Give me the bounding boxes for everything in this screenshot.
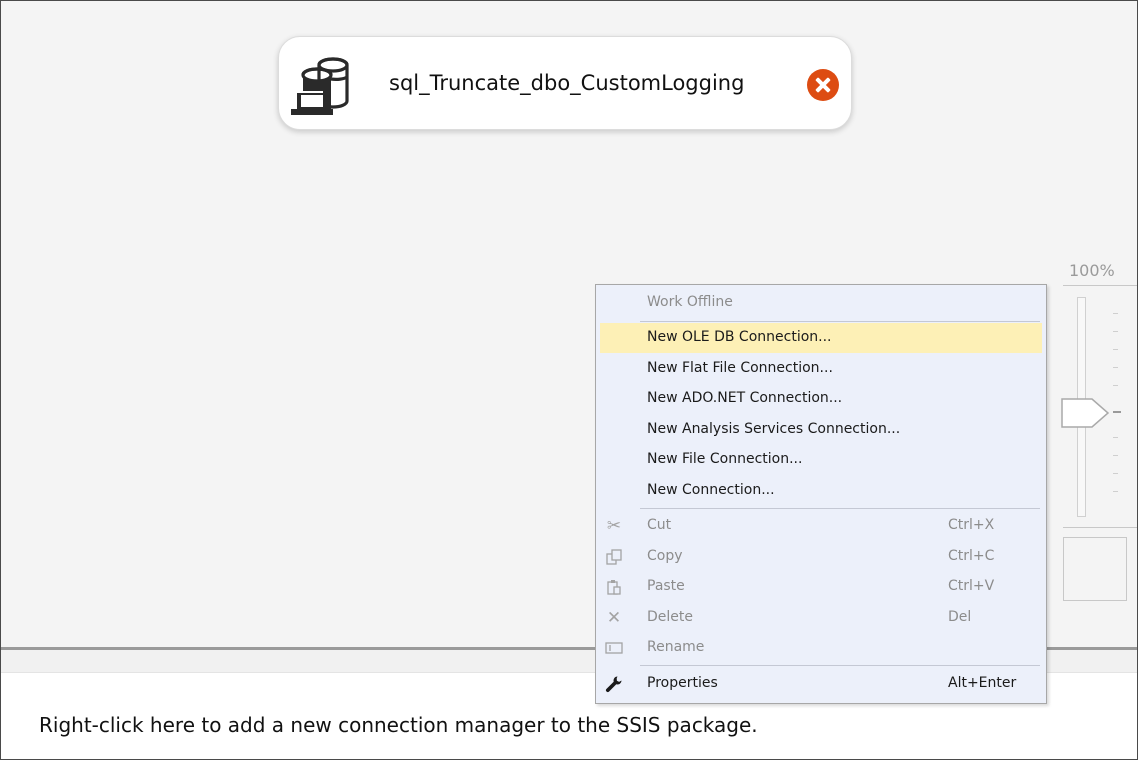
ssis-designer: sql_Truncate_dbo_CustomLogging 100% Righ… [0,0,1138,760]
menu-item-label: New Connection... [647,482,775,498]
connection-managers-hint: Right-click here to add a new connection… [39,713,758,737]
context-menu: Work Offline New OLE DB Connection... Ne… [595,284,1047,704]
zoom-level-label: 100% [1069,261,1115,280]
menu-item-shortcut: Ctrl+X [948,517,995,533]
menu-item-shortcut: Alt+Enter [948,675,1017,691]
zoom-tick [1113,437,1118,438]
menu-item-label: New Flat File Connection... [647,360,833,376]
menu-item-new-analysis-services-connection[interactable]: New Analysis Services Connection... [600,415,1042,445]
zoom-tick [1113,331,1118,332]
error-icon[interactable] [807,69,839,101]
menu-item-label: New Analysis Services Connection... [647,421,901,437]
copy-icon [602,546,626,568]
menu-item-new-connection[interactable]: New Connection... [600,476,1042,506]
zoom-tick [1113,473,1118,474]
menu-item-copy[interactable]: Copy Ctrl+C [600,542,1042,572]
menu-item-new-flat-file-connection[interactable]: New Flat File Connection... [600,354,1042,384]
zoom-tick-current [1113,411,1121,413]
menu-item-label: Rename [647,639,705,655]
menu-item-new-ado-net-connection[interactable]: New ADO.NET Connection... [600,384,1042,414]
menu-item-label: New OLE DB Connection... [647,329,832,345]
zoom-slider-thumb[interactable] [1061,397,1111,429]
menu-item-new-ole-db-connection[interactable]: New OLE DB Connection... [600,323,1042,353]
menu-separator [640,508,1040,509]
menu-item-delete[interactable]: ✕ Delete Del [600,603,1042,633]
menu-item-label: Delete [647,609,693,625]
zoom-fit-button[interactable] [1063,537,1127,601]
menu-item-new-file-connection[interactable]: New File Connection... [600,445,1042,475]
zoom-divider-top [1063,285,1137,286]
rename-icon [602,637,626,659]
scissors-icon: ✂ [606,516,622,536]
zoom-tick [1113,367,1118,368]
menu-item-shortcut: Del [948,609,972,625]
menu-separator [640,321,1040,322]
zoom-tick [1113,491,1118,492]
menu-item-label: Work Offline [647,294,733,310]
menu-item-label: Paste [647,578,685,594]
menu-separator [640,665,1040,666]
menu-item-label: Cut [647,517,672,533]
menu-item-properties[interactable]: Properties Alt+Enter [600,669,1042,699]
menu-item-label: New ADO.NET Connection... [647,390,843,406]
menu-item-rename[interactable]: Rename [600,633,1042,663]
menu-item-label: Properties [647,675,718,691]
zoom-tick [1113,349,1118,350]
execute-sql-task[interactable]: sql_Truncate_dbo_CustomLogging [278,36,852,130]
menu-item-shortcut: Ctrl+C [948,548,995,564]
execute-sql-task-icon [291,57,349,115]
zoom-tick [1113,385,1118,386]
zoom-divider-bottom [1063,527,1137,528]
paste-icon [602,576,626,598]
menu-item-paste[interactable]: Paste Ctrl+V [600,572,1042,602]
wrench-icon [602,673,626,695]
zoom-tick [1113,455,1118,456]
menu-item-cut[interactable]: ✂ Cut Ctrl+X [600,511,1042,541]
task-label: sql_Truncate_dbo_CustomLogging [389,71,745,95]
menu-item-work-offline[interactable]: Work Offline [600,288,1042,318]
menu-item-label: New File Connection... [647,451,803,467]
delete-icon: ✕ [606,608,622,628]
menu-item-shortcut: Ctrl+V [948,578,995,594]
menu-item-label: Copy [647,548,683,564]
zoom-tick [1113,313,1118,314]
